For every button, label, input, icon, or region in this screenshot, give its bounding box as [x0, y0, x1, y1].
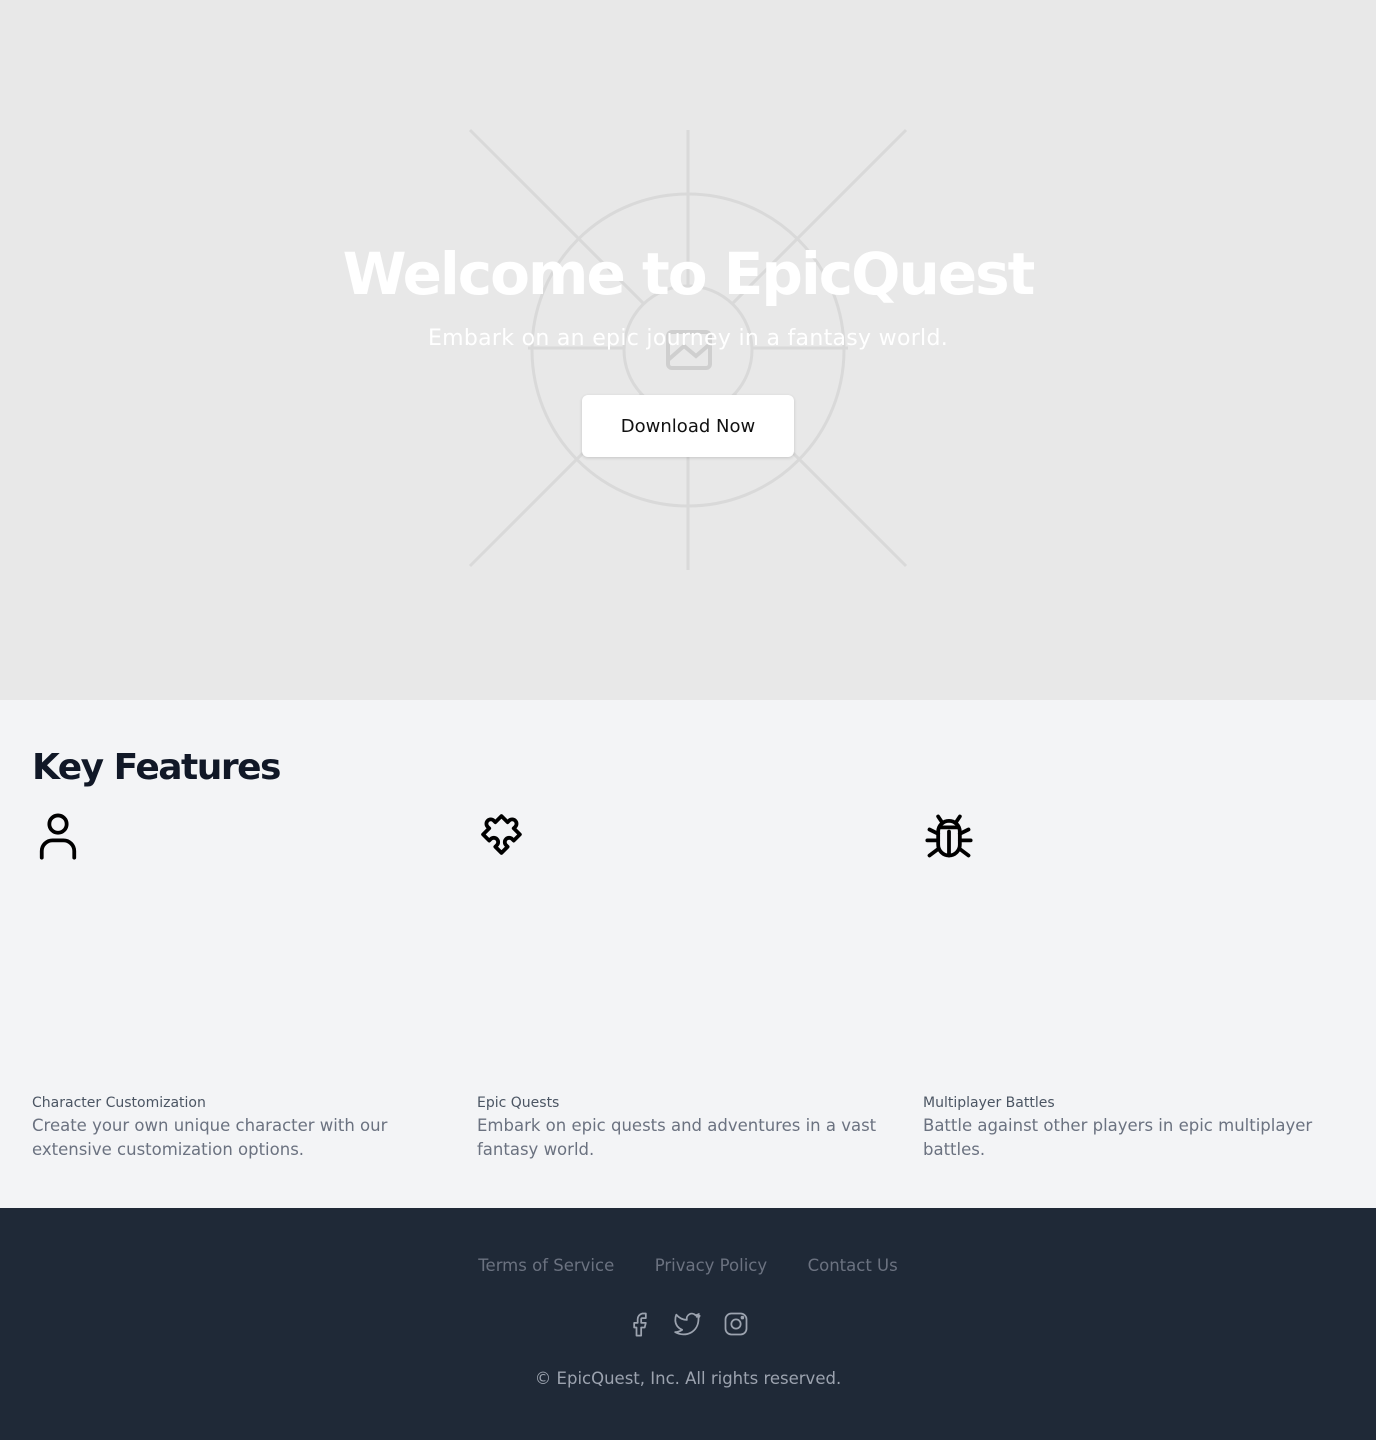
- bug-icon: [925, 814, 973, 858]
- user-icon: [39, 813, 77, 860]
- instagram-icon[interactable]: [722, 1310, 750, 1338]
- feature-title: Epic Quests: [477, 1095, 560, 1111]
- feature-card-epic-quests: Epic Quests Embark on epic quests and ad…: [477, 810, 897, 1170]
- hero-subtitle: Embark on an epic journey in a fantasy w…: [427, 326, 949, 351]
- feature-title: Multiplayer Battles: [923, 1095, 1055, 1111]
- copyright-text: © EpicQuest, Inc. All rights reserved.: [534, 1369, 842, 1388]
- hero-section: Welcome to EpicQuest Embark on an epic j…: [0, 0, 1376, 700]
- facebook-icon[interactable]: [626, 1310, 654, 1338]
- feature-title: Character Customization: [32, 1095, 206, 1111]
- puzzle-icon: [481, 814, 522, 855]
- download-now-button[interactable]: Download Now: [582, 395, 794, 457]
- features-section: Key Features Character Customization Cre…: [0, 700, 1376, 1208]
- footer: Terms of Service Privacy Policy Contact …: [0, 1208, 1376, 1440]
- feature-description: Create your own unique character with ou…: [32, 1116, 388, 1159]
- features-heading: Key Features: [32, 747, 281, 788]
- terms-of-service-link[interactable]: Terms of Service: [478, 1256, 614, 1275]
- feature-card-character-customization: Character Customization Create your own …: [32, 810, 452, 1170]
- feature-card-multiplayer-battles: Multiplayer Battles Battle against other…: [923, 810, 1343, 1170]
- feature-description: Embark on epic quests and adventures in …: [477, 1116, 877, 1159]
- hero-title: Welcome to EpicQuest: [342, 240, 1036, 308]
- twitter-icon[interactable]: [674, 1310, 702, 1338]
- privacy-policy-link[interactable]: Privacy Policy: [655, 1256, 767, 1275]
- social-links: [0, 1310, 1376, 1338]
- footer-links: Terms of Service Privacy Policy Contact …: [0, 1256, 1376, 1276]
- feature-description: Battle against other players in epic mul…: [923, 1116, 1313, 1159]
- contact-us-link[interactable]: Contact Us: [808, 1256, 898, 1275]
